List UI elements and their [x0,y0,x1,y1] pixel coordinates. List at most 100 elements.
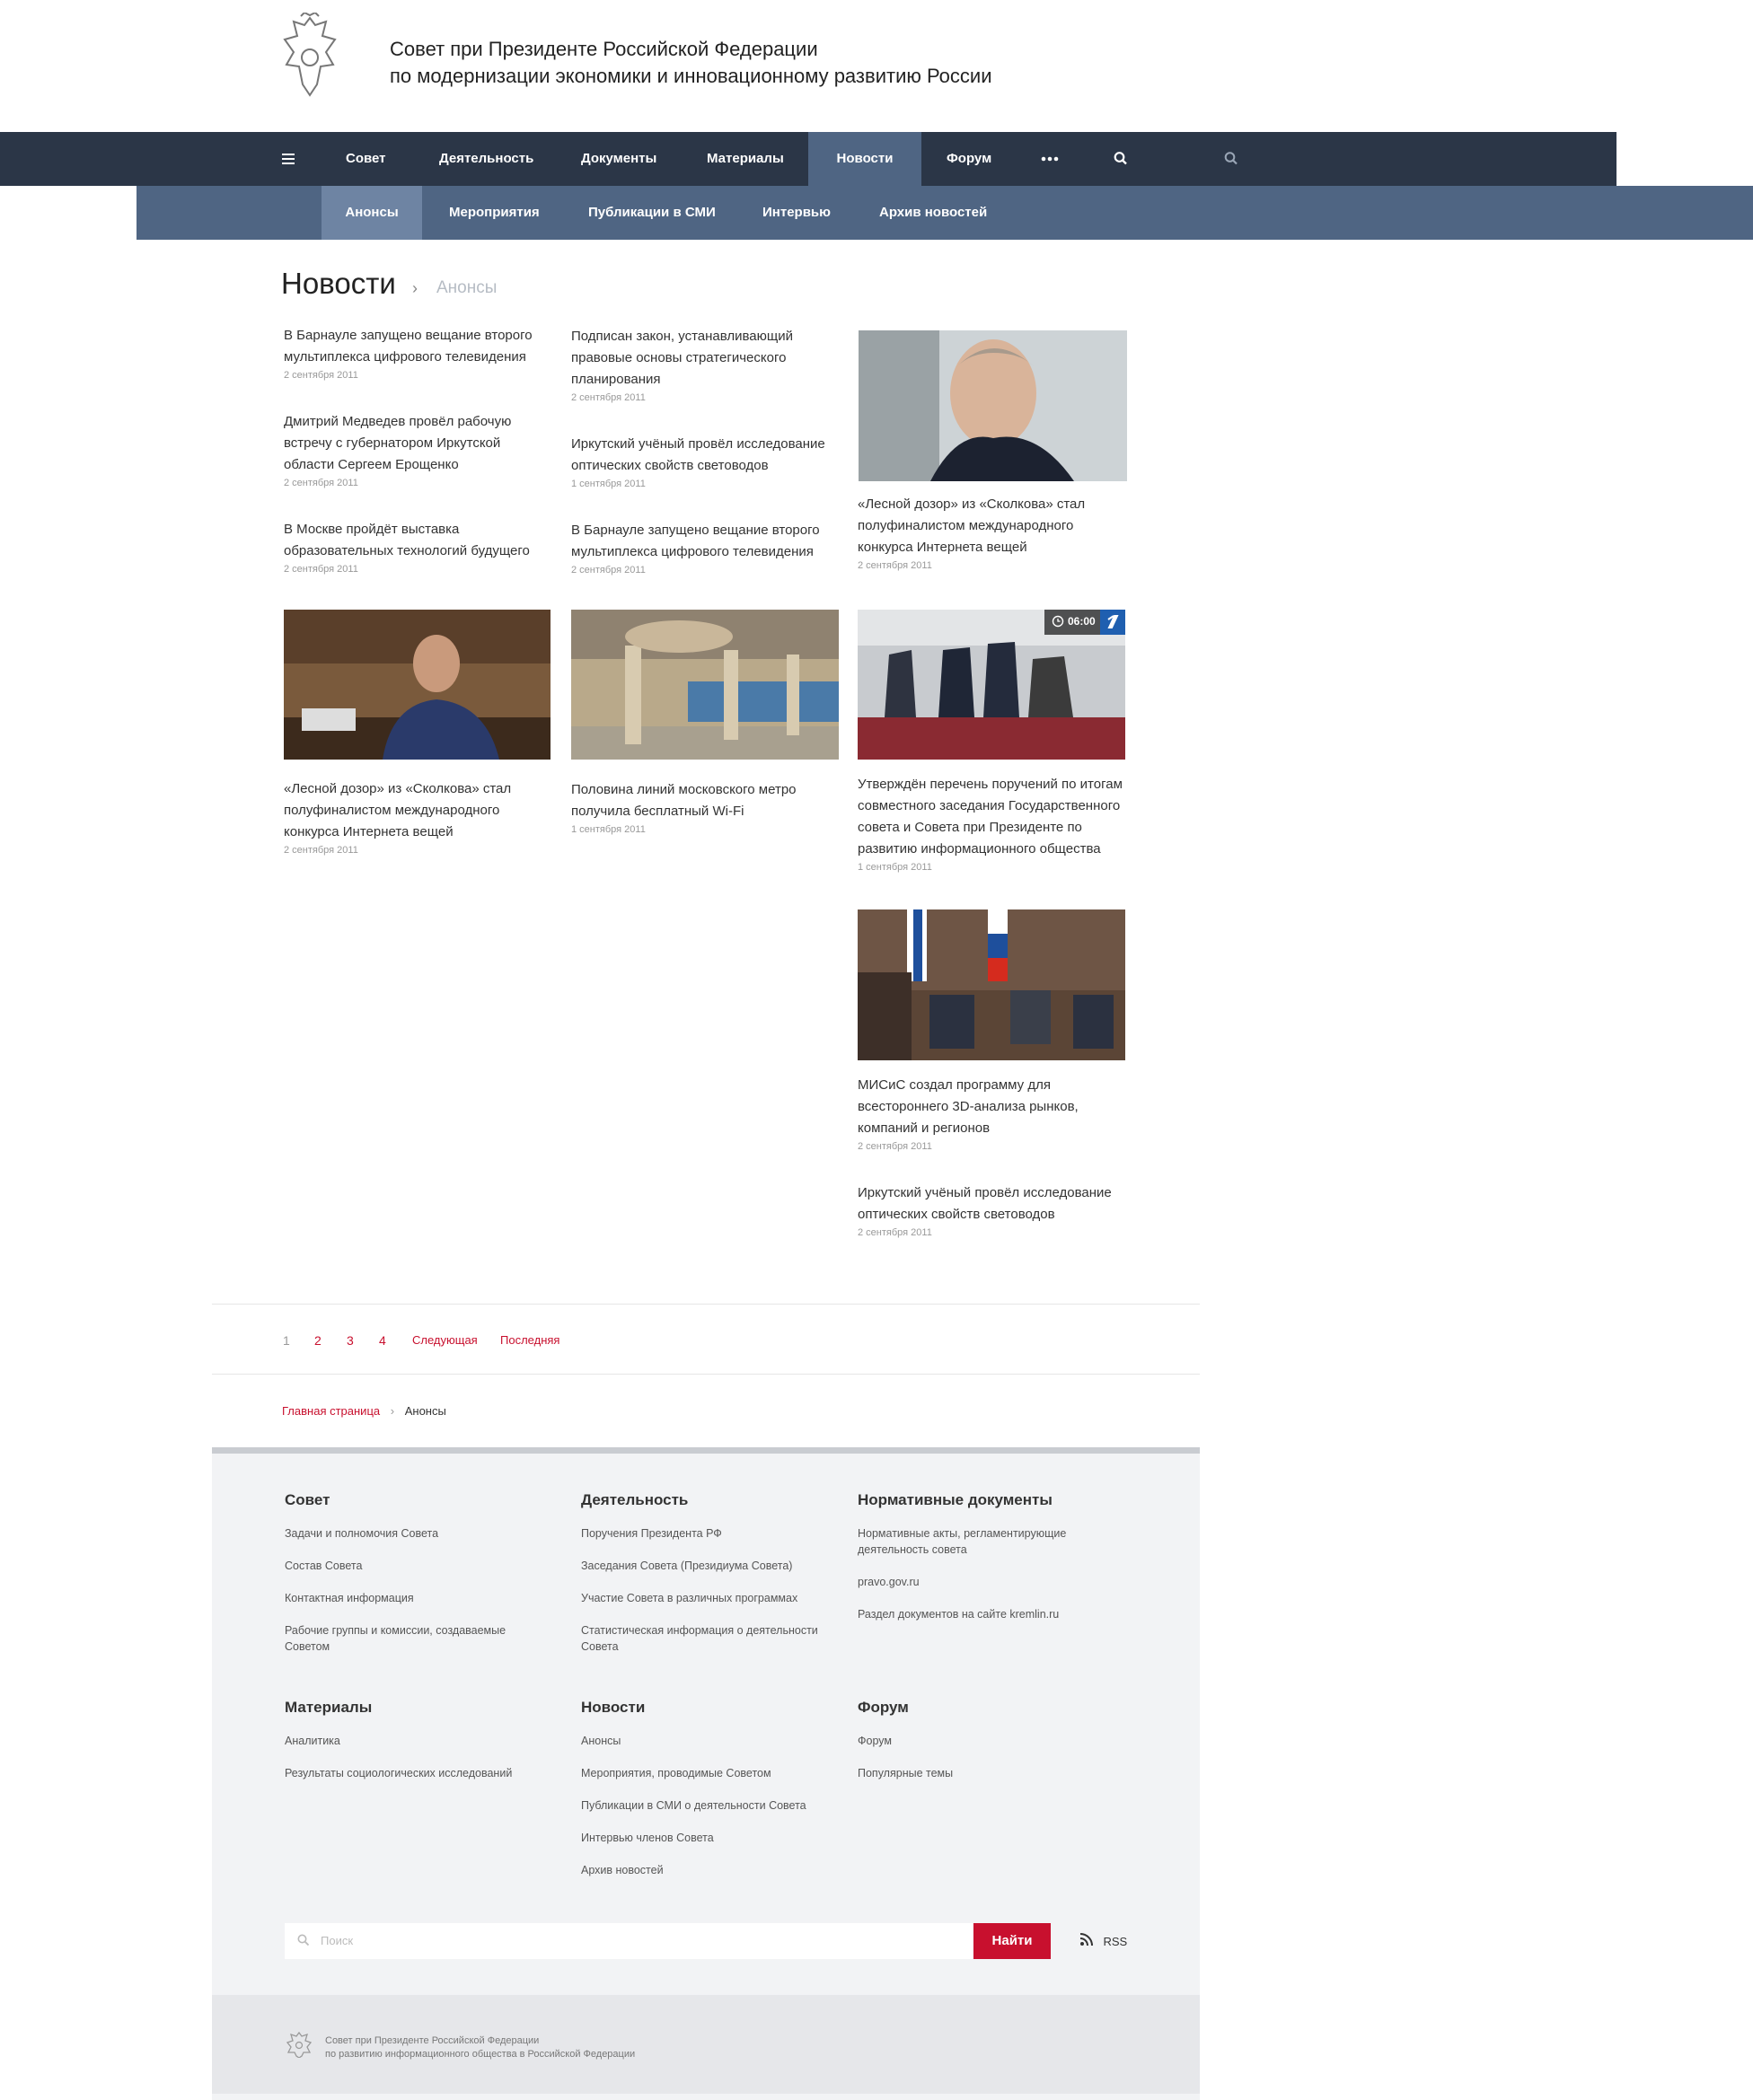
footer-link[interactable]: Состав Совета [285,1558,554,1574]
footer-search-field[interactable]: Поиск [285,1923,973,1959]
news-item[interactable]: Половина линий московского метро получил… [571,779,841,835]
news-photo-putin[interactable] [859,330,1127,481]
title-crumb-current: Анонсы [436,278,498,297]
emblem-logo[interactable] [281,11,339,108]
footer-link[interactable]: Статистическая информация о деятельности… [581,1622,850,1655]
footer-heading-sovet[interactable]: Совет [285,1491,330,1509]
subnav-item-events[interactable]: Мероприятия [449,186,540,240]
news-item[interactable]: В Барнауле запущено вещание второго муль… [571,520,841,576]
footer-heading-news[interactable]: Новости [581,1699,645,1717]
breadcrumb-current: Анонсы [404,1404,446,1418]
news-item[interactable]: Иркутский учёный провёл исследование опт… [571,434,841,489]
news-date: 1 сентября 2011 [858,862,932,873]
channel-one-icon [1100,610,1125,635]
news-item[interactable]: В Москве пройдёт выставка образовательны… [284,519,553,575]
news-photo-official[interactable] [284,610,551,760]
footer-link[interactable]: Популярные темы [858,1765,1127,1781]
footer-link[interactable]: Нормативные акты, регламентирующие деяте… [858,1525,1109,1558]
footer-link[interactable]: Контактная информация [285,1590,554,1606]
page-link-2[interactable]: 2 [314,1333,322,1348]
footer-heading-normative[interactable]: Нормативные документы [858,1491,1053,1509]
menu-icon[interactable] [282,132,300,186]
footer-link[interactable]: Результаты социологических исследований [285,1765,554,1781]
news-date: 2 сентября 2011 [858,560,932,571]
page-next-link[interactable]: Следующая [412,1333,478,1347]
news-date: 2 сентября 2011 [284,564,358,575]
footer-link[interactable]: Мероприятия, проводимые Советом [581,1765,850,1781]
footer-link[interactable]: Аналитика [285,1733,554,1749]
site-title-line2: по модернизации экономики и инновационно… [390,65,992,87]
news-photo-metro[interactable] [571,610,839,760]
breadcrumb-home-link[interactable]: Главная страница [282,1404,380,1418]
footer-link[interactable]: Раздел документов на сайте kremlin.ru [858,1606,1127,1622]
news-title[interactable]: Половина линий московского метро получил… [571,779,841,822]
news-title[interactable]: Дмитрий Медведев провёл рабочую встречу … [284,411,553,476]
footer-heading-materials[interactable]: Материалы [285,1699,372,1717]
footer-link[interactable]: Заседания Совета (Президиума Совета) [581,1558,850,1574]
page-last-link[interactable]: Последняя [500,1333,559,1347]
nav-item-sovet[interactable]: Совет [346,132,386,186]
search-icon[interactable] [1114,132,1128,186]
rss-label: RSS [1103,1935,1128,1948]
news-title[interactable]: Иркутский учёный провёл исследование опт… [571,434,841,477]
footer-link[interactable]: Анонсы [581,1733,850,1749]
page-link-1[interactable]: 1 [283,1333,290,1348]
nav-item-documents[interactable]: Документы [581,132,656,186]
news-title[interactable]: Подписан закон, устанавливающий правовые… [571,326,841,391]
news-title[interactable]: «Лесной дозор» из «Сколкова» стал полуфи… [858,494,1127,558]
nav-item-materials[interactable]: Материалы [707,132,784,186]
site-title[interactable]: Совет при Президенте Российской Федераци… [390,36,991,90]
news-title[interactable]: «Лесной дозор» из «Сколкова» стал полуфи… [284,778,553,843]
search-alt-icon[interactable] [1224,132,1238,186]
subnav-item-archive[interactable]: Архив новостей [879,186,987,240]
news-title[interactable]: В Барнауле запущено вещание второго муль… [571,520,841,563]
footer-link[interactable]: Участие Совета в различных программах [581,1590,850,1606]
news-video-meeting[interactable]: 06:00 [858,610,1125,760]
footer-link[interactable]: Форум [858,1733,1127,1749]
news-item[interactable]: В Барнауле запущено вещание второго муль… [284,325,553,381]
news-item[interactable]: МИСиС создал программу для всестороннего… [858,1075,1127,1152]
footer-org-line2: по развитию информационного общества в Р… [325,2049,636,2060]
news-item[interactable]: Утверждён перечень поручений по итогам с… [858,774,1127,873]
news-item[interactable]: «Лесной дозор» из «Сколкова» стал полуфи… [284,778,553,856]
page-link-4[interactable]: 4 [379,1333,386,1348]
nav-item-activity[interactable]: Деятельность [439,132,533,186]
footer-link[interactable]: Архив новостей [581,1862,850,1878]
footer-heading-activity[interactable]: Деятельность [581,1491,688,1509]
footer-link[interactable]: Интервью членов Совета [581,1830,850,1846]
news-date: 1 сентября 2011 [571,824,646,835]
title-crumb-separator: › [412,279,418,297]
news-title[interactable]: МИСиС создал программу для всестороннего… [858,1075,1127,1139]
page-link-3[interactable]: 3 [347,1333,354,1348]
rss-link[interactable]: RSS [1079,1932,1127,1951]
footer-heading-forum[interactable]: Форум [858,1699,909,1717]
clock-icon [1052,615,1064,628]
footer-link[interactable]: Задачи и полномочия Совета [285,1525,554,1542]
nav-item-forum[interactable]: Форум [947,132,991,186]
subnav-item-anonsy[interactable]: Анонсы [322,186,422,240]
search-icon [297,1934,310,1951]
footer-link[interactable]: Поручения Президента РФ [581,1525,850,1542]
news-item[interactable]: «Лесной дозор» из «Сколкова» стал полуфи… [858,494,1127,571]
news-item[interactable]: Дмитрий Медведев провёл рабочую встречу … [284,411,553,488]
news-date: 1 сентября 2011 [571,479,646,489]
breadcrumb-separator: › [390,1404,395,1418]
more-icon[interactable] [1041,132,1059,186]
news-title[interactable]: В Москве пройдёт выставка образовательны… [284,519,553,562]
news-title[interactable]: В Барнауле запущено вещание второго муль… [284,325,553,368]
news-item[interactable]: Подписан закон, устанавливающий правовые… [571,326,841,403]
news-title[interactable]: Иркутский учёный провёл исследование опт… [858,1182,1127,1226]
news-title[interactable]: Утверждён перечень поручений по итогам с… [858,774,1127,860]
footer-link[interactable]: pravo.gov.ru [858,1574,1127,1590]
page-title: Новости [281,267,396,300]
nav-item-news[interactable]: Новости [808,132,921,186]
search-submit-button[interactable]: Найти [973,1923,1051,1959]
divider [212,1304,1200,1305]
footer-link[interactable]: Публикации в СМИ о деятельности Совета [581,1797,850,1814]
footer-org-line1: Совет при Президенте Российской Федераци… [325,2035,540,2046]
subnav-item-interview[interactable]: Интервью [762,186,831,240]
news-photo-negotiations[interactable] [858,909,1125,1060]
footer-link[interactable]: Рабочие группы и комиссии, создаваемые С… [285,1622,545,1655]
subnav-item-publications[interactable]: Публикации в СМИ [588,186,716,240]
news-item[interactable]: Иркутский учёный провёл исследование опт… [858,1182,1127,1238]
